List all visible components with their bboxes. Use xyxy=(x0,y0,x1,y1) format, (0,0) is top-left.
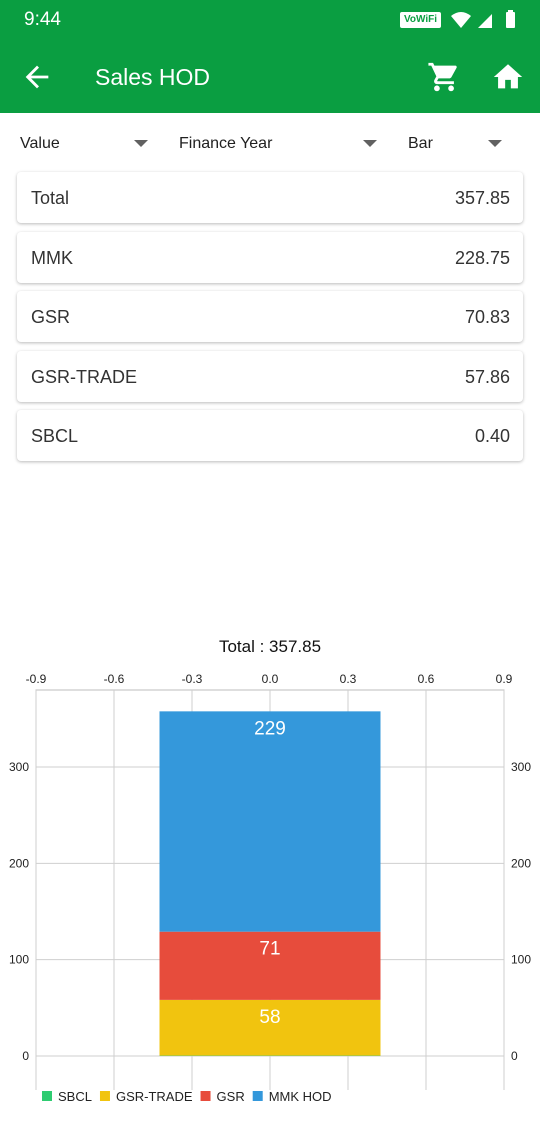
legend-label: GSR xyxy=(217,1089,245,1104)
x-tick-label: -0.3 xyxy=(182,672,203,686)
x-tick-label: 0.3 xyxy=(340,672,357,686)
legend-label: GSR-TRADE xyxy=(116,1089,193,1104)
x-tick-label: -0.6 xyxy=(104,672,125,686)
summary-row-value: 57.86 xyxy=(464,367,510,387)
bar-value-label: 229 xyxy=(254,718,286,739)
x-tick-label: -0.9 xyxy=(26,672,47,686)
legend-swatch xyxy=(99,1091,110,1101)
y-tick-label-right: 300 xyxy=(511,760,531,774)
summary-row-value: 0.40 xyxy=(474,426,510,446)
finance-year-dropdown-label: Finance Year xyxy=(179,135,273,152)
chart-type-dropdown[interactable]: Bar xyxy=(408,124,502,164)
y-tick-label-right: 200 xyxy=(511,856,531,870)
bar-value-label: 58 xyxy=(259,1007,280,1028)
wifi-icon xyxy=(451,12,471,28)
arrow-back-icon[interactable] xyxy=(20,60,54,94)
bar-segment-mmk-hod xyxy=(159,711,381,932)
legend-label: MMK HOD xyxy=(269,1089,332,1104)
shopping-cart-icon[interactable] xyxy=(427,60,461,94)
legend-swatch xyxy=(252,1091,263,1101)
summary-row-sbcl[interactable]: SBCL 0.40 xyxy=(17,410,523,461)
x-tick-label: 0.6 xyxy=(418,672,435,686)
y-tick-label-left: 300 xyxy=(9,760,29,774)
summary-row-value: 228.75 xyxy=(454,248,510,268)
y-tick-label-left: 200 xyxy=(9,856,29,870)
filter-bar: Value Finance Year Bar xyxy=(0,124,540,164)
summary-row-mmk[interactable]: MMK 228.75 xyxy=(17,232,523,283)
summary-row-label: GSR-TRADE xyxy=(31,367,138,387)
vowifi-badge: VoWiFi xyxy=(400,12,442,28)
value-dropdown[interactable]: Value xyxy=(20,124,148,164)
bar-value-label: 71 xyxy=(259,939,280,960)
summary-row-value: 357.85 xyxy=(454,188,510,208)
chart-title: Total : 357.85 xyxy=(219,637,321,656)
status-icons xyxy=(451,10,515,28)
legend-label: SBCL xyxy=(58,1089,92,1104)
stacked-bar-chart[interactable]: Total : 357.85 -0.9 -0.6 -0.3 0.0 0.3 0.6 0.9 0 0… xyxy=(0,628,540,1140)
legend-swatch xyxy=(42,1091,52,1101)
summary-row-value: 70.83 xyxy=(464,307,510,327)
dropdown-arrow-icon xyxy=(488,140,502,147)
summary-row-total[interactable]: Total 357.85 xyxy=(17,172,523,223)
summary-row-gsr-trade[interactable]: GSR-TRADE 57.86 xyxy=(17,351,523,402)
finance-year-dropdown[interactable]: Finance Year xyxy=(179,124,377,164)
y-tick-label-left: 0 xyxy=(22,1049,29,1063)
summary-row-label: SBCL xyxy=(31,426,79,446)
summary-row-label: Total xyxy=(31,188,70,208)
summary-row-gsr[interactable]: GSR 70.83 xyxy=(17,291,523,342)
x-tick-label: 0.9 xyxy=(496,672,513,686)
x-tick-label: 0.0 xyxy=(262,672,279,686)
legend-swatch xyxy=(200,1091,211,1101)
summary-row-label: GSR xyxy=(31,307,71,327)
home-icon[interactable] xyxy=(490,60,526,94)
app-bar: Sales HOD xyxy=(0,40,540,113)
chart-canvas: Total : 357.85 -0.9 -0.6 -0.3 0.0 0.3 0.6 0.9 0 0… xyxy=(9,637,531,1104)
signal-icon xyxy=(478,14,492,28)
y-tick-label-right: 0 xyxy=(511,1049,518,1063)
status-time: 9:44 xyxy=(24,9,61,30)
summary-row-label: MMK xyxy=(31,248,73,268)
chart-type-dropdown-label: Bar xyxy=(408,135,433,152)
value-dropdown-label: Value xyxy=(20,135,60,152)
page-title: Sales HOD xyxy=(95,64,211,90)
y-tick-label-left: 100 xyxy=(9,953,29,967)
y-tick-label-right: 100 xyxy=(511,953,531,967)
dropdown-arrow-icon xyxy=(363,140,377,147)
battery-icon xyxy=(506,12,515,28)
dropdown-arrow-icon xyxy=(134,140,148,147)
status-bar: 9:44 VoWiFi xyxy=(0,0,540,40)
